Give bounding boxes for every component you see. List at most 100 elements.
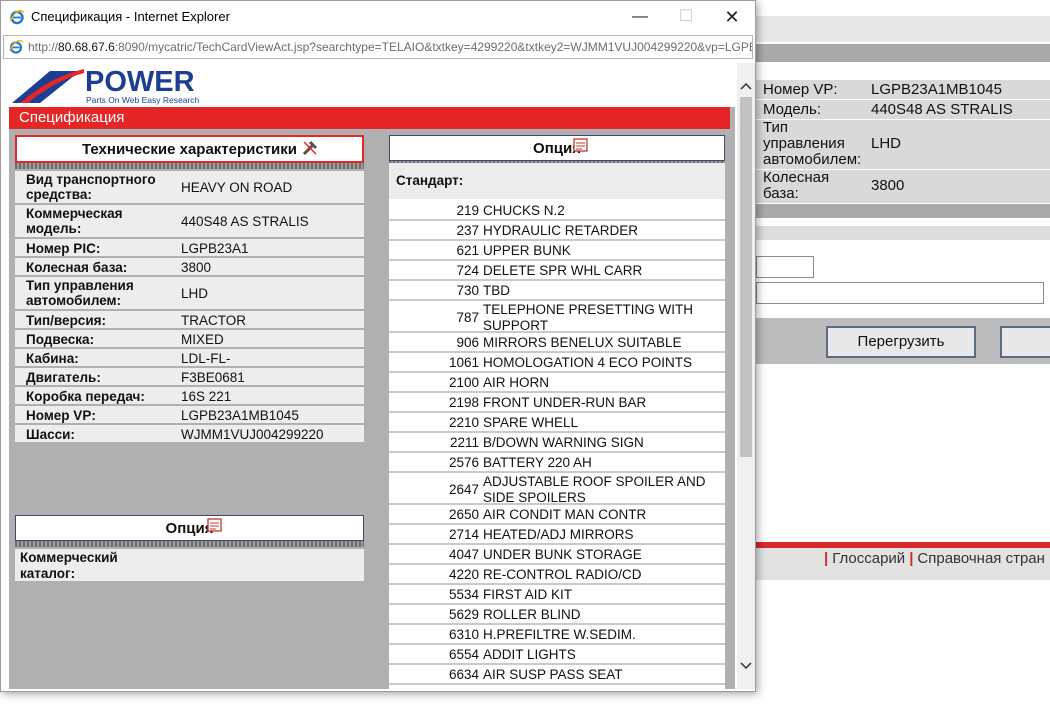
option-code: 5629 <box>448 607 479 622</box>
option-row: 1061 HOMOLOGATION 4 ECO POINTS <box>389 353 725 373</box>
logo-brand: POWER <box>85 66 195 98</box>
tech-row: Подвеска: MIXED <box>15 330 364 349</box>
option-code: 2650 <box>448 507 479 522</box>
reload-button[interactable]: Перегрузить <box>826 326 976 358</box>
footer-separator: | <box>824 550 829 567</box>
option-description: ADJUSTABLE ROOF SPOILER AND SIDE SPOILER… <box>483 474 706 505</box>
scroll-down-arrow[interactable] <box>737 657 755 675</box>
option-description: TBD <box>483 283 510 298</box>
tech-row: Тип/версия: TRACTOR <box>15 311 364 330</box>
bg-row-key: Номер VP: <box>763 81 838 98</box>
option-code: 724 <box>456 263 479 278</box>
option-row: 4047 UNDER BUNK STORAGE <box>389 545 725 565</box>
tech-header-label: Технические характеристики <box>81 141 298 158</box>
option-row: 787 TELEPHONE PRESETTING WITH SUPPORT <box>389 301 725 333</box>
tech-row-value: WJMM1VUJ004299220 <box>181 427 324 442</box>
option-code: 730 <box>456 283 479 298</box>
bg-row-wheelbase: Колесная база: 3800 <box>756 170 1050 204</box>
chevron-up-icon <box>740 82 752 90</box>
bg-row-vp: Номер VP: LGPB23A1MB1045 <box>756 80 1050 100</box>
tech-row-value: LDL-FL- <box>181 351 231 366</box>
catalog-label-text: Коммерческий каталог: <box>20 550 118 581</box>
tech-row-value: LGPB23A1 <box>181 241 249 256</box>
option-row: 6310 H.PREFILTRE W.SEDIM. <box>389 625 725 645</box>
internet-explorer-icon <box>9 9 25 25</box>
option-description: HEATED/ADJ MIRRORS <box>483 527 634 542</box>
option-code: 5534 <box>448 587 479 602</box>
scroll-up-arrow[interactable] <box>737 77 755 95</box>
background-button-2[interactable] <box>1000 326 1050 358</box>
tech-row-value: F3BE0681 <box>181 370 245 385</box>
help-link[interactable]: Справочная стран <box>917 550 1045 567</box>
option-description: MIRRORS BENELUX SUITABLE <box>483 335 682 350</box>
option-row: 724 DELETE SPR WHL CARR <box>389 261 725 281</box>
left-option-header: Опция <box>15 515 364 541</box>
tech-row-value: MIXED <box>181 332 224 347</box>
background-separator <box>756 226 1050 240</box>
option-description: SPARE WHELL <box>483 415 579 430</box>
scroll-thumb[interactable] <box>740 97 752 457</box>
tech-row-key: Тип/версия: <box>26 313 106 328</box>
option-description: UNDER BUNK STORAGE <box>483 547 642 562</box>
tech-row: Колесная база: 3800 <box>15 258 364 277</box>
tech-row-key: Двигатель: <box>26 370 101 385</box>
option-code: 6634 <box>448 667 479 682</box>
tech-row-value: TRACTOR <box>181 313 247 328</box>
background-input-short[interactable] <box>756 256 814 278</box>
footer-separator: | <box>909 550 914 567</box>
option-description: B/DOWN WARNING SIGN <box>483 435 644 450</box>
option-row: 730 TBD <box>389 281 725 301</box>
tech-row-value: LGPB23A1MB1045 <box>181 408 299 423</box>
option-code: 2211 <box>449 435 479 450</box>
tech-row-key: Колесная база: <box>26 260 128 275</box>
option-description: H.PREFILTRE W.SEDIM. <box>483 627 636 642</box>
chevron-down-icon <box>740 662 752 670</box>
tech-row: Двигатель: F3BE0681 <box>15 368 364 387</box>
option-row: 6634 AIR SUSP PASS SEAT <box>389 665 725 685</box>
close-button[interactable]: ✕ <box>709 1 755 33</box>
tech-row-key: Шасси: <box>26 427 75 442</box>
logo-area: POWER Parts On Web Easy Research <box>9 63 735 107</box>
option-row: 2198 FRONT UNDER-RUN BAR <box>389 393 725 413</box>
option-row: 2100 AIR HORN <box>389 373 725 393</box>
option-row: 237 HYDRAULIC RETARDER <box>389 221 725 241</box>
option-description: AIR CONDIT MAN CONTR <box>483 507 647 522</box>
option-code: 4220 <box>448 567 479 582</box>
tech-row: Тип управления автомобилем: LHD <box>15 277 364 311</box>
background-input-long[interactable] <box>756 282 1044 304</box>
tech-row-value: 3800 <box>181 260 212 275</box>
option-description: FIRST AID KIT <box>483 587 573 602</box>
option-row: 2647 ADJUSTABLE ROOF SPOILER AND SIDE SPO… <box>389 473 725 505</box>
bg-row-key: Колесная база: <box>763 169 830 202</box>
option-code: 2714 <box>448 527 479 542</box>
minimize-button[interactable]: — <box>617 1 663 33</box>
bg-row-value: 440S48 AS STRALIS <box>871 101 1013 118</box>
bg-row-drive: Тип управления автомобилем: LHD <box>756 120 1050 170</box>
option-code: 6554 <box>448 647 479 662</box>
vertical-scrollbar[interactable] <box>737 63 755 689</box>
option-row: 2211 B/DOWN WARNING SIGN <box>389 433 725 453</box>
tech-row-key: Номер PIC: <box>26 241 101 256</box>
tech-row-key: Коммерческая модель: <box>26 206 123 236</box>
option-description: HYDRAULIC RETARDER <box>483 223 639 238</box>
option-description: UPPER BUNK <box>483 243 571 258</box>
background-footer: | Глоссарий | Справочная стран <box>756 548 1050 580</box>
logo-tagline: Parts On Web Easy Research <box>86 95 199 105</box>
option-row: 5629 ROLLER BLIND <box>389 605 725 625</box>
tech-row: Номер VP: LGPB23A1MB1045 <box>15 406 364 425</box>
address-url: http://80.68.67.6:8090/mycatric/TechCard… <box>28 40 752 54</box>
page-content: POWER Parts On Web Easy Research Специфи… <box>9 63 735 689</box>
maximize-button[interactable]: ☐ <box>663 1 709 33</box>
option-row: 219 CHUCKS N.2 <box>389 201 725 221</box>
address-bar[interactable]: http://80.68.67.6:8090/mycatric/TechCard… <box>3 35 753 59</box>
tech-row: Вид транспортного средства: HEAVY ON ROAD <box>15 171 364 205</box>
option-code: 2198 <box>448 395 479 410</box>
option-code: 621 <box>456 243 479 258</box>
glossary-link[interactable]: Глоссарий <box>832 550 905 567</box>
option-row: 5534 FIRST AID KIT <box>389 585 725 605</box>
option-code: 2210 <box>448 415 479 430</box>
option-description: DELETE SPR WHL CARR <box>483 263 643 278</box>
tech-row-value: HEAVY ON ROAD <box>181 180 293 195</box>
option-description: ADDIT LIGHTS <box>483 647 576 662</box>
title-bar: Спецификация - Internet Explorer — ☐ ✕ <box>1 1 755 33</box>
